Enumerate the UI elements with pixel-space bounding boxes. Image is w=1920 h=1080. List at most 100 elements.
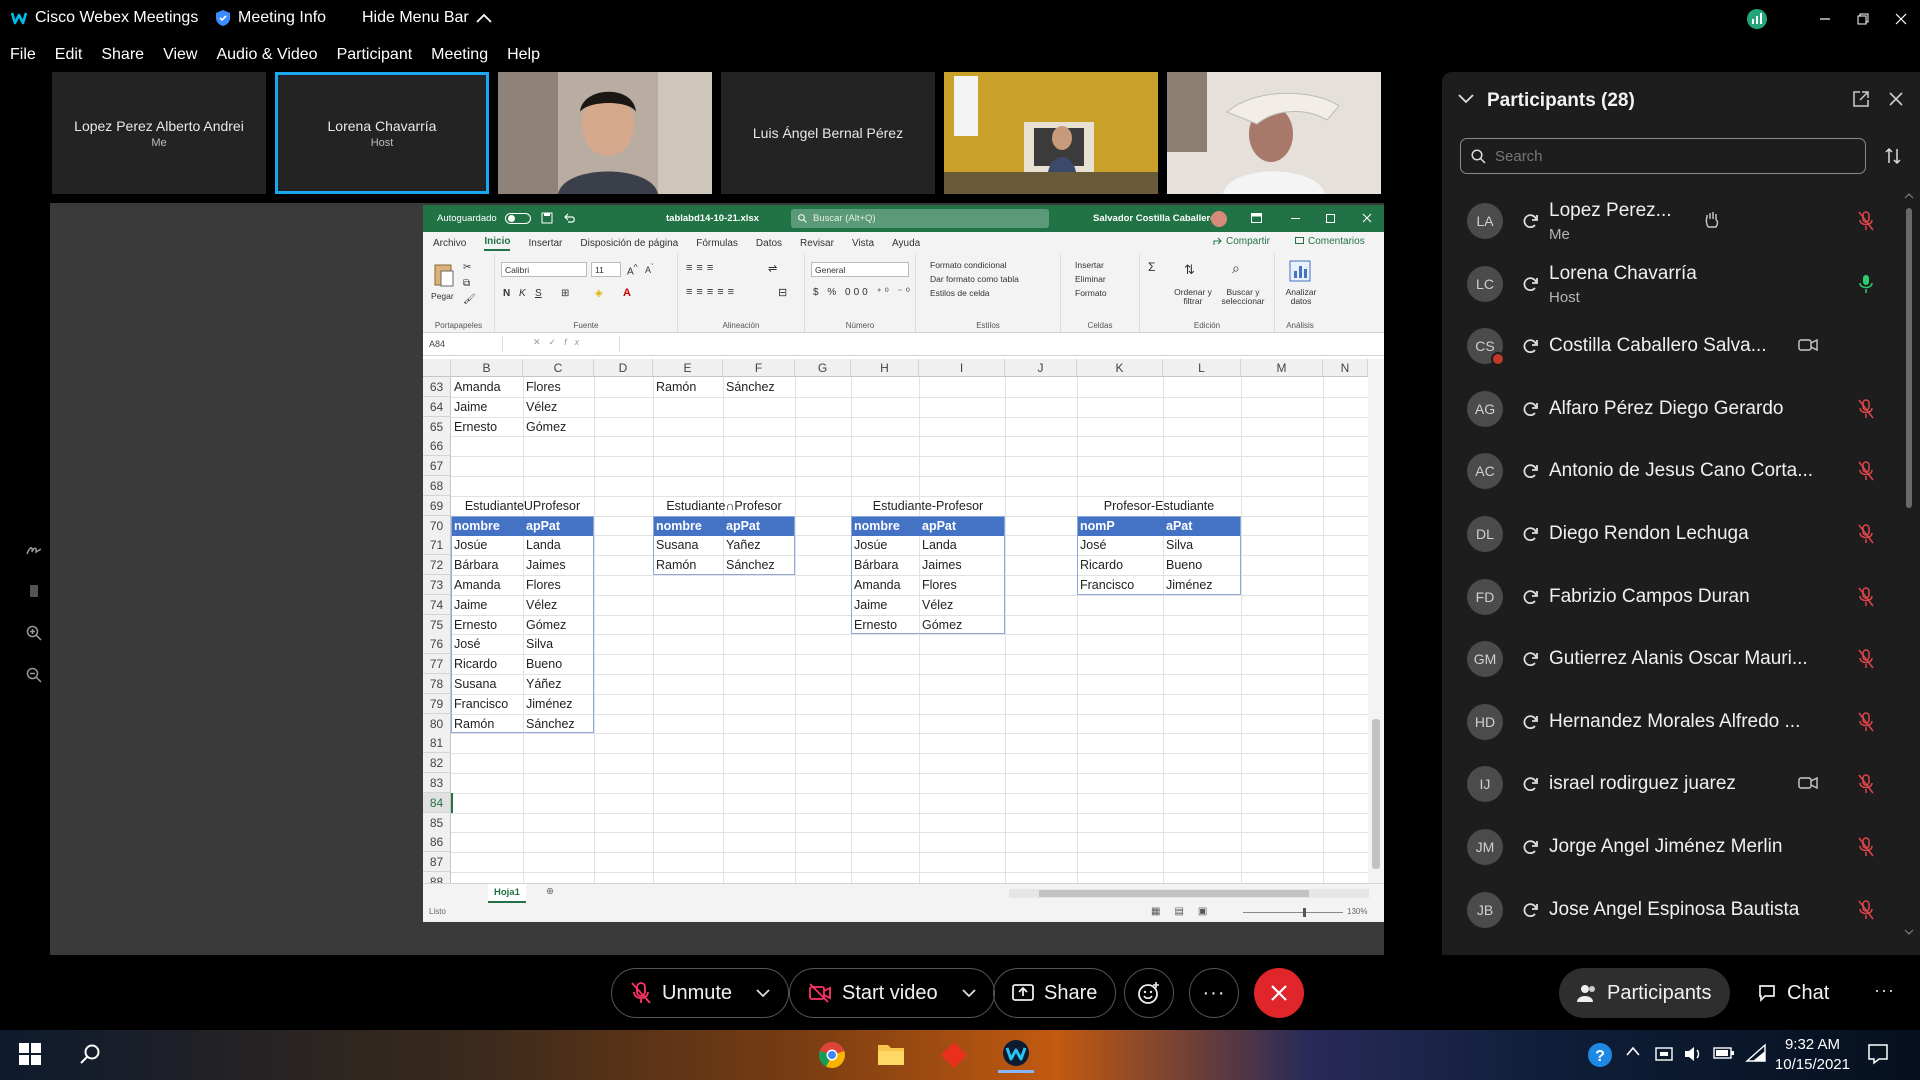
font-name-select[interactable]: Calibri [501, 262, 587, 277]
participant-row[interactable]: DL Diego Rendon Lechuga [1442, 503, 1902, 566]
collapse-chevron-icon[interactable] [1458, 94, 1474, 104]
zoom-out-icon[interactable] [25, 666, 43, 684]
delete-cells-button[interactable]: Eliminar [1075, 274, 1106, 284]
chrome-icon[interactable] [818, 1041, 846, 1069]
reactions-button[interactable] [1124, 968, 1174, 1018]
restore-icon[interactable] [1844, 0, 1882, 38]
insert-cells-button[interactable]: Insertar [1075, 260, 1104, 270]
mic-muted-icon[interactable] [1858, 524, 1874, 544]
cell[interactable]: Amanda [451, 377, 523, 397]
row-header[interactable]: 77 [423, 654, 451, 675]
cell[interactable]: Ramón [653, 377, 723, 397]
row-header[interactable]: 83 [423, 773, 451, 793]
column-header[interactable]: E [653, 359, 723, 377]
volume-icon[interactable] [1683, 1044, 1703, 1064]
column-header[interactable]: B [451, 359, 523, 377]
font-color-icon[interactable]: A [623, 287, 631, 299]
row-header[interactable]: 67 [423, 456, 451, 477]
mic-muted-icon[interactable] [1858, 461, 1874, 481]
view-buttons[interactable]: ▦▤▣ [1151, 906, 1221, 917]
video-tile-camera[interactable] [944, 72, 1158, 194]
row-header[interactable]: 86 [423, 832, 451, 853]
mic-muted-icon[interactable] [1858, 899, 1874, 920]
video-tile-camera[interactable] [498, 72, 712, 194]
notifications-icon[interactable] [1867, 1043, 1889, 1065]
excel-minimize-icon[interactable] [1291, 218, 1300, 219]
cell[interactable]: Vélez [523, 397, 594, 417]
cell-styles-button[interactable]: Estilos de celda [930, 288, 990, 298]
start-video-button[interactable]: Start video [789, 968, 995, 1018]
row-header[interactable]: 63 [423, 377, 451, 397]
sort-filter-icon[interactable]: ⇅ [1184, 262, 1195, 278]
participant-row[interactable]: LC Lorena Chavarría Host [1442, 253, 1902, 316]
menu-audio-video[interactable]: Audio & Video [216, 46, 317, 64]
row-header[interactable]: 81 [423, 733, 451, 754]
save-icon[interactable] [541, 212, 553, 224]
participants-button[interactable]: Participants [1559, 968, 1730, 1018]
table-title[interactable]: Estudiante∩Profesor [653, 496, 795, 516]
copy-icon[interactable]: ⧉ [463, 278, 470, 289]
zoom-level[interactable]: 130% [1347, 907, 1367, 916]
row-header[interactable]: 78 [423, 674, 451, 694]
mic-muted-icon[interactable] [1858, 712, 1874, 732]
popout-icon[interactable] [1852, 90, 1870, 108]
format-painter-icon[interactable]: 🖌 [463, 294, 476, 305]
menu-view[interactable]: View [163, 46, 197, 64]
ribbon-display-icon[interactable] [1251, 213, 1262, 223]
column-header[interactable]: J [1005, 359, 1077, 377]
sort-icon[interactable] [1884, 147, 1902, 165]
tab-inicio[interactable]: Inicio [484, 236, 511, 251]
participant-row[interactable]: AG Alfaro Pérez Diego Gerardo [1442, 378, 1902, 441]
spreadsheet-grid[interactable]: B C D E F G H I J K L M N 63 64 65 66 67 68 69 70 71 72 73 74 75 7… [423, 359, 1369, 893]
more-ellipsis-icon[interactable]: ··· [1874, 980, 1895, 1001]
annotate-icon[interactable] [25, 540, 43, 558]
menu-help[interactable]: Help [507, 46, 540, 64]
fill-color-icon[interactable]: ◈ [595, 288, 603, 299]
row-header[interactable]: 84 [423, 792, 451, 813]
analyze-data-icon[interactable] [1289, 260, 1311, 282]
column-header[interactable]: G [795, 359, 851, 377]
column-header[interactable]: N [1323, 359, 1368, 377]
column-header[interactable]: F [723, 359, 795, 377]
vertical-scrollbar[interactable] [1368, 359, 1384, 883]
select-all-corner[interactable] [423, 359, 451, 377]
tab-insertar[interactable]: Insertar [528, 238, 562, 249]
row-header[interactable]: 64 [423, 396, 451, 417]
cell[interactable]: Sánchez [723, 377, 795, 397]
row-header[interactable]: 73 [423, 575, 451, 595]
mic-muted-icon[interactable] [1858, 399, 1874, 419]
row-header[interactable]: 75 [423, 614, 451, 635]
participant-row[interactable]: GM Gutierrez Alanis Oscar Mauri... [1442, 628, 1902, 691]
battery-icon[interactable] [1713, 1046, 1735, 1060]
windows-start-icon[interactable] [19, 1043, 41, 1065]
meeting-info-button[interactable]: Meeting Info [215, 9, 326, 27]
column-header[interactable]: I [919, 359, 1005, 377]
participant-row[interactable]: LA Lopez Perez... Me [1442, 190, 1902, 253]
column-header[interactable]: D [594, 359, 653, 377]
number-format-icons[interactable]: $ % 000 ⁺⁰ ⁻⁰ [813, 287, 913, 298]
chevron-down-icon[interactable] [961, 988, 976, 998]
tray-app-icon[interactable] [1654, 1044, 1674, 1064]
hide-menu-bar-button[interactable]: Hide Menu Bar [362, 9, 492, 27]
participant-row[interactable]: JB Jose Angel Espinosa Bautista [1442, 879, 1902, 942]
row-header[interactable]: 65 [423, 416, 451, 437]
merge-cells-icon[interactable]: ⊟ [778, 286, 787, 299]
shrink-font-icon[interactable]: Aˇ [645, 262, 654, 275]
participant-row[interactable]: FD Fabrizio Campos Duran [1442, 566, 1902, 629]
tab-ayuda[interactable]: Ayuda [892, 238, 920, 249]
number-format-select[interactable]: General [811, 262, 909, 277]
font-size-select[interactable]: 11 [591, 262, 621, 277]
zoom-in-icon[interactable] [25, 624, 43, 642]
row-header[interactable]: 66 [423, 436, 451, 457]
close-icon[interactable] [1882, 0, 1920, 38]
find-icon[interactable]: ⌕ [1232, 260, 1240, 277]
menu-file[interactable]: File [10, 46, 36, 64]
network-status-icon[interactable] [1738, 0, 1776, 38]
search-icon[interactable] [80, 1043, 102, 1065]
workbook-filename[interactable]: tablabd14-10-21.xlsx [666, 213, 759, 224]
sheet-tab-hoja1[interactable]: Hoja1 [488, 884, 526, 903]
participant-search[interactable] [1460, 138, 1866, 174]
user-avatar[interactable] [1211, 211, 1227, 227]
autosave-toggle[interactable] [505, 213, 531, 224]
mic-on-icon[interactable] [1858, 274, 1874, 294]
